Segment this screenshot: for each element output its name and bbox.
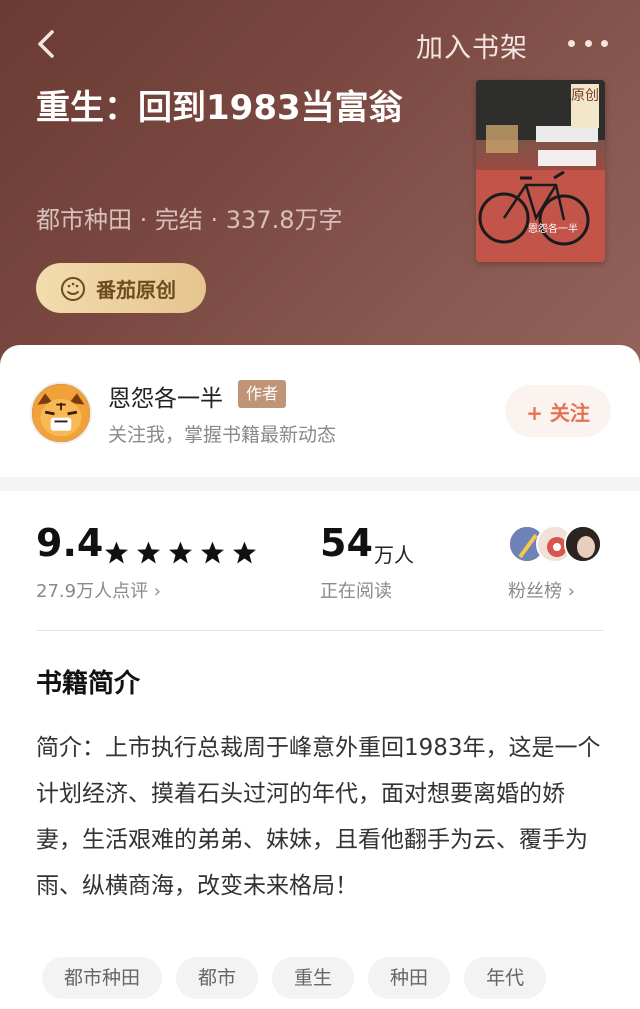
readers-unit: 万人 (374, 543, 414, 567)
tag-chip[interactable]: 都市种田 (42, 957, 163, 999)
intro-title: 书籍简介 (36, 669, 141, 699)
add-to-shelf-button[interactable]: 加入书架 (416, 26, 528, 65)
detail-sheet: 恩怨各一半 作者 关注我，掌握书籍最新动态 + 关注 9.4 27.9万人点评 … (0, 345, 640, 1009)
star-icon (233, 541, 256, 564)
book-cover[interactable]: 原创 恩怨各一半 (476, 80, 605, 262)
back-button[interactable] (30, 24, 62, 64)
original-badge[interactable]: 番茄原创 (36, 263, 206, 313)
star-icon (105, 541, 128, 564)
tiger-avatar-icon (32, 384, 90, 442)
section-divider (0, 477, 640, 491)
stats-row: 9.4 27.9万人点评 › 54 万人 正在阅读 粉丝榜 › (0, 491, 640, 631)
fans-rank-link[interactable]: 粉丝榜 › (508, 577, 575, 603)
author-subtitle: 关注我，掌握书籍最新动态 (108, 424, 337, 446)
tag-chip[interactable]: 年代 (464, 957, 547, 999)
star-icon (169, 541, 192, 564)
readers-label: 正在阅读 (320, 581, 392, 602)
author-name[interactable]: 恩怨各一半 (108, 379, 223, 413)
tag-chip[interactable]: 都市 (176, 957, 259, 999)
rating-score: 9.4 (36, 521, 104, 565)
author-row[interactable]: 恩怨各一半 作者 关注我，掌握书籍最新动态 + 关注 (0, 345, 640, 477)
tag-chip[interactable]: 重生 (272, 957, 355, 999)
star-icon (137, 541, 160, 564)
rating-stars (104, 540, 257, 565)
book-title: 重生：回到1983当富翁 (36, 88, 403, 128)
readers-count: 54 (320, 521, 373, 565)
fan-avatars[interactable] (508, 525, 608, 563)
cover-author: 恩怨各一半 (528, 224, 578, 235)
follow-button[interactable]: + 关注 (505, 385, 611, 437)
more-dots-icon[interactable] (568, 30, 608, 56)
author-role-tag: 作者 (238, 380, 287, 408)
book-meta: 都市种田 · 完结 · 337.8万字 (36, 206, 343, 234)
tomato-icon (61, 277, 85, 301)
book-hero: 加入书架 重生：回到1983当富翁 都市种田 · 完结 · 337.8万字 番茄… (0, 0, 640, 380)
star-icon (201, 541, 224, 564)
cover-original-tag: 原创 (571, 84, 599, 128)
divider-line (36, 630, 604, 631)
author-avatar[interactable] (30, 382, 92, 444)
reviews-link[interactable]: 27.9万人点评 › (36, 577, 161, 603)
badge-label: 番茄原创 (96, 277, 176, 302)
fan-avatar (564, 525, 602, 563)
tag-chip[interactable]: 种田 (368, 957, 451, 999)
back-chevron-icon (38, 30, 54, 58)
intro-text[interactable]: 简介：上市执行总裁周于峰意外重回1983年，这是一个计划经济、摸着石头过河的年代… (36, 725, 608, 909)
tag-list: 都市种田 都市 重生 种田 年代 (42, 957, 547, 999)
